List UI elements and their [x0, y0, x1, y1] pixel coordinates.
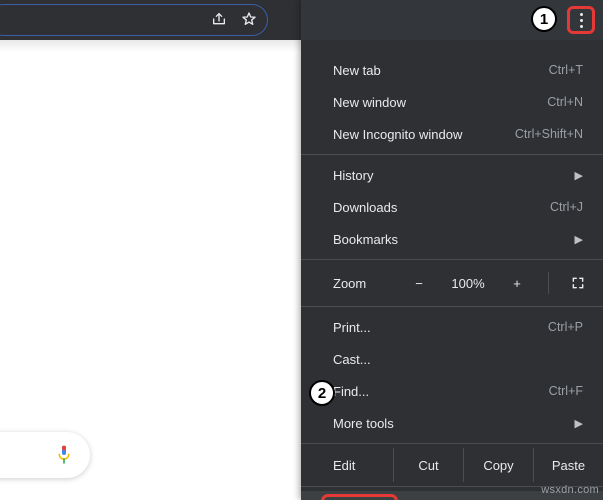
zoom-label: Zoom — [333, 276, 366, 291]
chrome-main-menu: New tab Ctrl+T New window Ctrl+N New Inc… — [301, 0, 603, 500]
menu-shortcut: Ctrl+N — [547, 95, 583, 109]
menu-shortcut: Ctrl+P — [548, 320, 583, 334]
menu-separator — [301, 443, 603, 444]
menu-item-bookmarks[interactable]: Bookmarks ▶ — [301, 223, 603, 255]
menu-item-cast[interactable]: Cast... — [301, 343, 603, 375]
chevron-right-icon: ▶ — [575, 417, 583, 430]
menu-shortcut: Ctrl+T — [549, 63, 583, 77]
screenshot-stage: { "callouts": { "one": "1", "two": "2" }… — [0, 0, 603, 500]
menu-item-edit: Edit Cut Copy Paste — [301, 448, 603, 482]
menu-separator — [301, 259, 603, 260]
bookmark-star-icon[interactable] — [241, 11, 257, 30]
menu-item-zoom: Zoom − 100% + — [301, 264, 603, 302]
menu-shortcut: Ctrl+F — [549, 384, 583, 398]
annotation-callout-1: 1 — [531, 6, 557, 32]
zoom-out-button[interactable]: − — [410, 276, 428, 291]
chevron-right-icon: ▶ — [575, 233, 583, 246]
kebab-highlight-box — [567, 6, 595, 34]
menu-item-history[interactable]: History ▶ — [301, 159, 603, 191]
menu-separator — [301, 154, 603, 155]
edit-cut-button[interactable]: Cut — [393, 448, 463, 482]
menu-item-new-window[interactable]: New window Ctrl+N — [301, 86, 603, 118]
menu-item-find[interactable]: Find... Ctrl+F — [301, 375, 603, 407]
more-vert-icon — [580, 13, 583, 28]
menu-shortcut: Ctrl+J — [550, 200, 583, 214]
menu-shortcut: Ctrl+Shift+N — [515, 127, 583, 141]
share-icon[interactable] — [211, 11, 227, 30]
zoom-divider — [548, 272, 549, 294]
edit-copy-button[interactable]: Copy — [463, 448, 533, 482]
menu-item-downloads[interactable]: Downloads Ctrl+J — [301, 191, 603, 223]
menu-label: New Incognito window — [333, 127, 462, 142]
menu-item-more-tools[interactable]: More tools ▶ — [301, 407, 603, 439]
menu-label: Print... — [333, 320, 371, 335]
mic-icon[interactable] — [56, 444, 72, 466]
menu-label: History — [333, 168, 373, 183]
menu-item-print[interactable]: Print... Ctrl+P — [301, 311, 603, 343]
settings-highlight-box: Settings — [321, 494, 398, 500]
omnibox[interactable] — [0, 4, 268, 36]
edit-label: Edit — [301, 448, 393, 482]
menu-item-new-tab[interactable]: New tab Ctrl+T — [301, 54, 603, 86]
chevron-right-icon: ▶ — [575, 169, 583, 182]
menu-separator — [301, 306, 603, 307]
bookmarks-bar-shadow — [0, 40, 301, 52]
annotation-callout-2: 2 — [309, 380, 335, 406]
menu-label: Cast... — [333, 352, 371, 367]
zoom-in-button[interactable]: + — [508, 276, 526, 291]
watermark-text: wsxdn.com — [541, 484, 599, 496]
menu-label: Find... — [333, 384, 369, 399]
menu-topbar — [301, 0, 603, 40]
fullscreen-icon[interactable] — [571, 276, 585, 290]
menu-label: New tab — [333, 63, 381, 78]
page-content-area — [0, 0, 301, 500]
menu-label: Downloads — [333, 200, 397, 215]
menu-label: Bookmarks — [333, 232, 398, 247]
menu-item-new-incognito[interactable]: New Incognito window Ctrl+Shift+N — [301, 118, 603, 150]
menu-label: More tools — [333, 416, 394, 431]
edit-paste-button[interactable]: Paste — [533, 448, 603, 482]
menu-label: New window — [333, 95, 406, 110]
kebab-menu-button[interactable] — [559, 0, 603, 40]
google-search-box[interactable] — [0, 432, 90, 478]
zoom-value: 100% — [446, 276, 490, 291]
